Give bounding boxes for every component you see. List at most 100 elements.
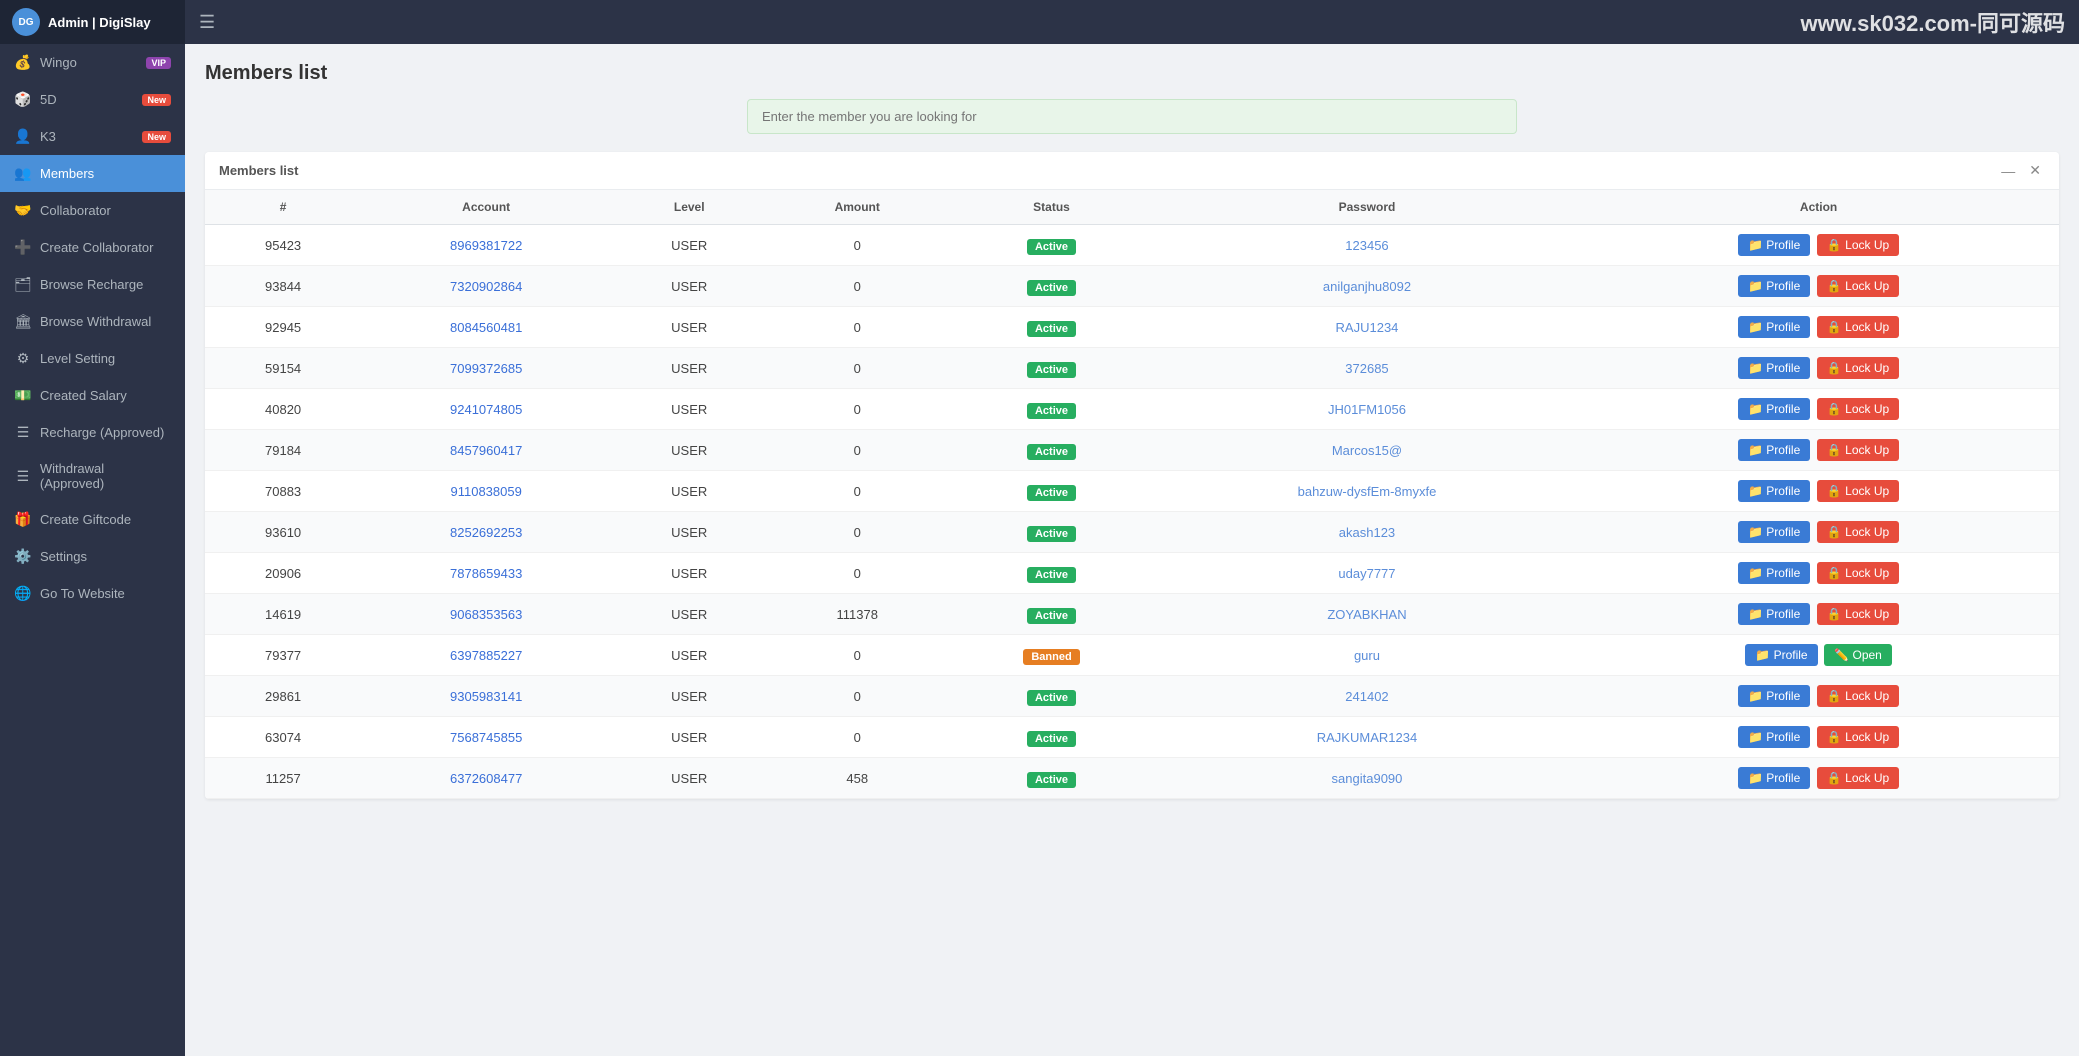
account-link[interactable]: 8252692253	[450, 525, 522, 540]
password-value: guru	[1354, 648, 1380, 663]
profile-button[interactable]: 📁 Profile	[1738, 480, 1810, 502]
sidebar-icon-collaborator: 🤝	[14, 202, 32, 219]
profile-button[interactable]: 📁 Profile	[1738, 398, 1810, 420]
sidebar-item-level-setting[interactable]: ⚙ Level Setting	[0, 340, 185, 377]
sidebar-item-browse-recharge[interactable]: 🗂 Browse Recharge	[0, 266, 185, 303]
sidebar-label-level-setting: Level Setting	[40, 351, 115, 366]
sidebar: DG Admin | DigiSlay 💰 Wingo VIP 🎲 5D New…	[0, 0, 185, 1056]
sidebar-item-create-giftcode[interactable]: 🎁 Create Giftcode	[0, 501, 185, 538]
cell-account: 9068353563	[361, 594, 611, 635]
cell-action: 📁 Profile 🔒 Lock Up	[1578, 266, 2059, 307]
action2-button[interactable]: 🔒 Lock Up	[1817, 562, 1899, 584]
action2-button[interactable]: 🔒 Lock Up	[1817, 767, 1899, 789]
status-badge: Active	[1027, 321, 1076, 337]
sidebar-item-settings[interactable]: ⚙️ Settings	[0, 538, 185, 575]
main-content: ☰ www.sk032.com-同可源码 Members list Member…	[185, 0, 2079, 1056]
status-badge: Active	[1027, 403, 1076, 419]
cell-action: 📁 Profile 🔒 Lock Up	[1578, 553, 2059, 594]
profile-button[interactable]: 📁 Profile	[1738, 603, 1810, 625]
cell-action: 📁 Profile 🔒 Lock Up	[1578, 594, 2059, 635]
sidebar-item-5d[interactable]: 🎲 5D New	[0, 81, 185, 118]
cell-account: 8457960417	[361, 430, 611, 471]
account-link[interactable]: 8084560481	[450, 320, 522, 335]
account-link[interactable]: 9068353563	[450, 607, 522, 622]
action2-button[interactable]: 🔒 Lock Up	[1817, 234, 1899, 256]
status-badge: Active	[1027, 608, 1076, 624]
account-link[interactable]: 9110838059	[450, 484, 521, 499]
cell-level: USER	[611, 430, 767, 471]
sidebar-item-browse-withdrawal[interactable]: 🏛 Browse Withdrawal	[0, 303, 185, 340]
sidebar-item-created-salary[interactable]: 💵 Created Salary	[0, 377, 185, 414]
action2-button[interactable]: 🔒 Lock Up	[1817, 275, 1899, 297]
search-input[interactable]	[747, 99, 1517, 134]
hamburger-icon[interactable]: ☰	[199, 12, 215, 33]
account-link[interactable]: 9305983141	[450, 689, 522, 704]
cell-action: 📁 Profile 🔒 Lock Up	[1578, 389, 2059, 430]
profile-button[interactable]: 📁 Profile	[1738, 439, 1810, 461]
cell-status: Active	[947, 348, 1156, 389]
content-area: Members list Members list — ✕ #AccountLe…	[185, 44, 2079, 1056]
account-link[interactable]: 7568745855	[450, 730, 522, 745]
sidebar-item-wingo[interactable]: 💰 Wingo VIP	[0, 44, 185, 81]
cell-action: 📁 Profile 🔒 Lock Up	[1578, 430, 2059, 471]
sidebar-icon-go-to-website: 🌐	[14, 585, 32, 602]
sidebar-icon-recharge-approved: ☰	[14, 424, 32, 441]
minimize-button[interactable]: —	[1997, 163, 2019, 179]
sidebar-label-collaborator: Collaborator	[40, 203, 111, 218]
cell-password: akash123	[1156, 512, 1578, 553]
action2-button[interactable]: 🔒 Lock Up	[1817, 357, 1899, 379]
sidebar-item-go-to-website[interactable]: 🌐 Go To Website	[0, 575, 185, 612]
account-link[interactable]: 9241074805	[450, 402, 522, 417]
action2-button[interactable]: 🔒 Lock Up	[1817, 726, 1899, 748]
page-title: Members list	[205, 62, 2059, 85]
cell-level: USER	[611, 676, 767, 717]
cell-status: Active	[947, 430, 1156, 471]
action2-button[interactable]: 🔒 Lock Up	[1817, 603, 1899, 625]
profile-button[interactable]: 📁 Profile	[1745, 644, 1817, 666]
profile-button[interactable]: 📁 Profile	[1738, 767, 1810, 789]
account-link[interactable]: 7099372685	[450, 361, 522, 376]
profile-button[interactable]: 📁 Profile	[1738, 521, 1810, 543]
col-action: Action	[1578, 190, 2059, 225]
action2-button[interactable]: 🔒 Lock Up	[1817, 685, 1899, 707]
password-value: akash123	[1339, 525, 1395, 540]
profile-button[interactable]: 📁 Profile	[1738, 275, 1810, 297]
cell-level: USER	[611, 717, 767, 758]
action2-button[interactable]: 🔒 Lock Up	[1817, 398, 1899, 420]
close-button[interactable]: ✕	[2025, 162, 2045, 179]
password-value: 241402	[1345, 689, 1388, 704]
sidebar-item-recharge-approved[interactable]: ☰ Recharge (Approved)	[0, 414, 185, 451]
sidebar-item-members[interactable]: 👥 Members	[0, 155, 185, 192]
sidebar-item-withdrawal-approved[interactable]: ☰ Withdrawal (Approved)	[0, 451, 185, 501]
password-value: JH01FM1056	[1328, 402, 1406, 417]
logo-icon: DG	[12, 8, 40, 36]
profile-button[interactable]: 📁 Profile	[1738, 234, 1810, 256]
profile-button[interactable]: 📁 Profile	[1738, 316, 1810, 338]
cell-action: 📁 Profile 🔒 Lock Up	[1578, 758, 2059, 799]
sidebar-item-collaborator[interactable]: 🤝 Collaborator	[0, 192, 185, 229]
table-row: 11257 6372608477 USER 458 Active sangita…	[205, 758, 2059, 799]
action2-button[interactable]: ✏️ Open	[1824, 644, 1892, 666]
account-link[interactable]: 7320902864	[450, 279, 522, 294]
sidebar-label-create-collaborator: Create Collaborator	[40, 240, 153, 255]
account-link[interactable]: 6397885227	[450, 648, 522, 663]
sidebar-item-k3[interactable]: 👤 K3 New	[0, 118, 185, 155]
table-body: 95423 8969381722 USER 0 Active 123456 📁 …	[205, 225, 2059, 799]
account-link[interactable]: 7878659433	[450, 566, 522, 581]
account-link[interactable]: 6372608477	[450, 771, 522, 786]
action2-button[interactable]: 🔒 Lock Up	[1817, 316, 1899, 338]
account-link[interactable]: 8457960417	[450, 443, 522, 458]
sidebar-item-create-collaborator[interactable]: ➕ Create Collaborator	[0, 229, 185, 266]
cell-amount: 0	[767, 512, 947, 553]
cell-id: 70883	[205, 471, 361, 512]
profile-button[interactable]: 📁 Profile	[1738, 562, 1810, 584]
profile-button[interactable]: 📁 Profile	[1738, 726, 1810, 748]
action2-button[interactable]: 🔒 Lock Up	[1817, 439, 1899, 461]
action2-button[interactable]: 🔒 Lock Up	[1817, 521, 1899, 543]
action2-button[interactable]: 🔒 Lock Up	[1817, 480, 1899, 502]
profile-button[interactable]: 📁 Profile	[1738, 685, 1810, 707]
sidebar-label-browse-withdrawal: Browse Withdrawal	[40, 314, 151, 329]
account-link[interactable]: 8969381722	[450, 238, 522, 253]
profile-button[interactable]: 📁 Profile	[1738, 357, 1810, 379]
topbar: ☰ www.sk032.com-同可源码	[185, 0, 2079, 44]
